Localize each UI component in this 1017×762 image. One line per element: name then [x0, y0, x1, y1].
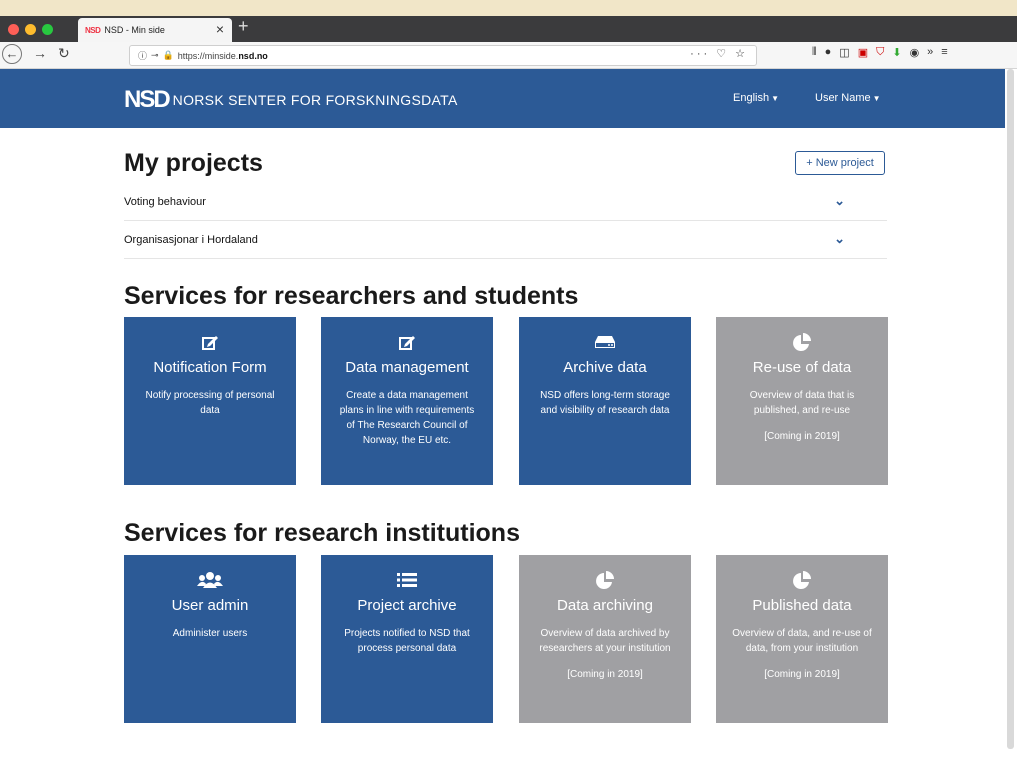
edit-icon [124, 331, 296, 353]
chevron-down-icon[interactable]: ⌄ [834, 231, 845, 247]
users-icon [124, 569, 296, 591]
browser-tab[interactable]: NSD NSD - Min side × [78, 18, 232, 42]
language-label: English [733, 92, 770, 104]
url-prefix: https://minside. [177, 50, 239, 61]
tab-title: NSD - Min side [104, 25, 165, 35]
user-label: User Name [815, 92, 871, 104]
pie-chart-icon [519, 569, 691, 591]
forward-icon[interactable]: → [33, 45, 47, 61]
page-content: NSD NORSK SENTER FOR FORSKNINGSDATA Engl… [0, 69, 1005, 762]
coming-soon-label: [Coming in 2019] [764, 431, 840, 442]
key-icon: ⊸ [151, 50, 159, 60]
vertical-scrollbar[interactable] [1007, 69, 1014, 749]
address-bar[interactable]: ⓘ ⊸ 🔒 https://minside. nsd.no ··· ♡ ☆ [129, 45, 757, 66]
researchers-section-title: Services for researchers and students [124, 282, 579, 310]
card-title: Data management [345, 359, 469, 376]
site-header: NSD NORSK SENTER FOR FORSKNINGSDATA Engl… [0, 69, 1005, 128]
extension-globe-icon[interactable]: ◉ [910, 46, 920, 59]
card-archive-data[interactable]: Archive data NSD offers long-term storag… [519, 317, 691, 485]
nsd-favicon-icon: NSD [85, 25, 101, 35]
chevron-down-icon[interactable]: ⌄ [834, 193, 845, 209]
edit-icon [321, 331, 493, 353]
card-title: Project archive [357, 597, 457, 614]
coming-soon-label: [Coming in 2019] [764, 669, 840, 680]
reload-icon[interactable]: ↻ [58, 45, 70, 62]
pie-chart-icon [716, 331, 888, 353]
download-icon[interactable]: ⬇ [892, 46, 901, 59]
shield-icon[interactable]: ⛉ [876, 46, 884, 59]
brand[interactable]: NSD NORSK SENTER FOR FORSKNINGSDATA [124, 86, 458, 114]
extension-dark-icon[interactable]: ● [825, 46, 832, 59]
desktop-strip [0, 0, 1017, 16]
card-title: Published data [752, 597, 852, 614]
card-title: Archive data [563, 359, 647, 376]
project-row[interactable]: Voting behaviour ⌄ [124, 183, 887, 221]
card-title: Notification Form [153, 359, 267, 376]
pie-chart-icon [716, 569, 888, 591]
language-dropdown[interactable]: English ▼ [733, 92, 779, 104]
library-icon[interactable]: ⫴ [812, 46, 817, 59]
minimize-window-button[interactable] [25, 24, 36, 35]
lock-icon: 🔒 [162, 50, 174, 60]
card-description: Overview of data that is published, and … [749, 390, 855, 416]
browser-window: NSD NSD - Min side × + ← → ↻ ⓘ ⊸ 🔒 https… [0, 0, 1017, 762]
institutions-section-title: Services for research institutions [124, 519, 520, 547]
card-project-archive[interactable]: Project archive Projects notified to NSD… [321, 555, 493, 723]
extensions-toolbar: ⫴ ● ◫ ▣ ⛉ ⬇ ◉ » ≡ [812, 46, 948, 59]
card-published-data: Published data Overview of data, and re-… [716, 555, 888, 723]
pdf-icon[interactable]: ▣ [858, 46, 868, 59]
tab-bar: NSD NSD - Min side × + [0, 16, 1017, 42]
hdd-icon [519, 331, 691, 353]
page-actions-icon[interactable]: ··· ♡ ☆ [690, 47, 748, 60]
zoom-window-button[interactable] [42, 24, 53, 35]
url-host: nsd.no [238, 50, 268, 61]
card-user-admin[interactable]: User admin Administer users [124, 555, 296, 723]
close-tab-icon[interactable]: × [216, 21, 224, 37]
card-title: Re-use of data [752, 359, 852, 376]
card-description: Create a data management plans in line w… [339, 390, 475, 446]
card-description: Notify processing of personal data [145, 390, 275, 416]
new-tab-icon[interactable]: + [238, 16, 249, 37]
card-description: Administer users [172, 628, 248, 639]
card-description: Overview of data, and re-use of data, fr… [732, 628, 872, 654]
info-icon[interactable]: ⓘ [138, 49, 147, 62]
card-description: Overview of data archived by researchers… [539, 628, 671, 654]
back-icon[interactable]: ← [2, 44, 22, 64]
card-data-management[interactable]: Data management Create a data management… [321, 317, 493, 485]
card-title: User admin [171, 597, 249, 614]
user-dropdown[interactable]: User Name ▼ [815, 92, 881, 104]
card-data-archiving: Data archiving Overview of data archived… [519, 555, 691, 723]
project-name: Voting behaviour [124, 196, 206, 208]
project-name: Organisasjonar i Hordaland [124, 234, 258, 246]
card-description: NSD offers long-term storage and visibil… [540, 390, 670, 416]
card-re-use-of-data: Re-use of data Overview of data that is … [716, 317, 888, 485]
nsd-logo: NSD [124, 86, 171, 113]
browser-toolbar: ← → ↻ ⓘ ⊸ 🔒 https://minside. nsd.no ··· … [0, 42, 1017, 69]
coming-soon-label: [Coming in 2019] [567, 669, 643, 680]
caret-down-icon: ▼ [872, 94, 881, 103]
new-project-button[interactable]: + New project [795, 151, 885, 175]
my-projects-title: My projects [124, 149, 263, 177]
reader-icon[interactable]: ◫ [839, 46, 849, 59]
close-window-button[interactable] [8, 24, 19, 35]
card-notification-form[interactable]: Notification Form Notify processing of p… [124, 317, 296, 485]
project-row[interactable]: Organisasjonar i Hordaland ⌄ [124, 221, 887, 259]
caret-down-icon: ▼ [771, 94, 779, 103]
card-description: Projects notified to NSD that process pe… [344, 628, 470, 654]
card-title: Data archiving [557, 597, 653, 614]
overflow-icon[interactable]: » [927, 46, 933, 59]
brand-name: NORSK SENTER FOR FORSKNINGSDATA [172, 92, 458, 108]
list-icon [321, 569, 493, 591]
menu-icon[interactable]: ≡ [941, 46, 947, 59]
